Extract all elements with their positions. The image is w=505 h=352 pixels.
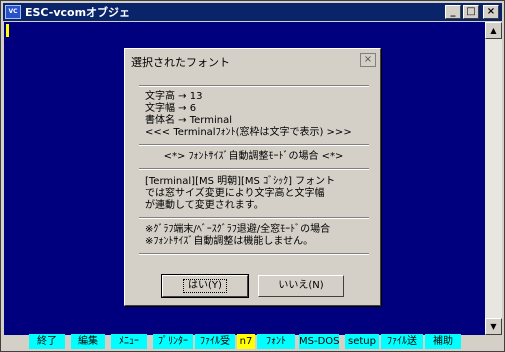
scroll-up-button[interactable]: ▲ [485,22,502,39]
fkey-button[interactable]: ﾌｧｲﾙ送 [381,334,423,349]
fkey-button[interactable]: ﾌﾟﾘﾝﾀｰ [153,334,193,349]
no-button-label: いいえ(N) [278,280,324,291]
fkey-button[interactable]: ﾌｧｲﾙ受 [195,334,235,349]
minimize-button[interactable]: _ [445,5,461,19]
divider [139,144,369,146]
font-note-text: <<< Terminalﾌｫﾝﾄ(窓枠は文字で表示) >>> [145,127,352,138]
yes-button[interactable]: はい(Y) [161,274,249,298]
font-width-text: 文字幅 → 6 [145,103,197,114]
app-window: VC ESC-vcomオブジェ _ □ × ▲ ▼ 終了 編集 ﾒﾆｭｰ ﾌﾟﾘ… [0,0,505,352]
warning-line: ※ﾌｫﾝﾄｻｲｽﾞ自動調整は機能しません。 [145,236,314,247]
fkey-button[interactable]: ﾌｫﾝﾄ [257,334,295,349]
font-name-text: 書体名 → Terminal [145,115,232,126]
fkey-button[interactable]: setup [345,334,379,349]
font-height-text: 文字高 → 13 [145,91,203,102]
no-button[interactable]: いいえ(N) [258,275,344,297]
font-dialog: 選択されたフォント × 文字高 → 13 文字幅 → 6 書体名 → Termi… [124,48,381,306]
divider [139,217,369,219]
dialog-close-button[interactable]: × [360,53,376,67]
fkey-button[interactable]: 編集 [71,334,105,349]
description-line: では窓サイズ変更により文字高と文字幅 [145,188,325,199]
fkey-button[interactable]: 終了 [29,334,65,349]
title-bar[interactable]: VC ESC-vcomオブジェ _ □ × [3,3,502,21]
dialog-title-bar[interactable]: 選択されたフォント × [129,52,376,70]
yes-button-label: はい(Y) [183,279,227,293]
description-line: が連動して変更されます。 [145,200,264,211]
divider [139,253,369,255]
app-icon[interactable]: VC [5,5,21,19]
description-line: [Terminal][MS 明朝][MS ｺﾞｼｯｸ] フォント [145,176,336,187]
fkey-button[interactable]: 補助 [425,334,461,349]
maximize-button[interactable]: □ [463,5,479,19]
divider [139,168,369,170]
function-key-bar: 終了 編集 ﾒﾆｭｰ ﾌﾟﾘﾝﾀｰ ﾌｧｲﾙ受 n7 ﾌｫﾝﾄ MS-DOS s… [1,334,482,349]
warning-line: ※ｸﾞﾗﾌ端末/ﾍﾞｰｽｸﾞﾗﾌ退避/全窓ﾓｰﾄﾞの場合 [145,224,331,235]
window-title: ESC-vcomオブジェ [25,6,131,19]
dialog-title: 選択されたフォント [131,56,230,69]
text-cursor [6,24,9,37]
scroll-down-button[interactable]: ▼ [485,318,502,335]
close-button[interactable]: × [483,5,499,19]
vertical-scrollbar[interactable]: ▲ ▼ [485,22,502,335]
fkey-button[interactable]: MS-DOS [299,334,339,349]
fkey-button[interactable]: n7 [237,334,255,349]
divider [139,85,369,87]
fkey-button[interactable]: ﾒﾆｭｰ [111,334,147,349]
auto-adjust-heading: <*> ﾌｫﾝﾄｻｲｽﾞ自動調整ﾓｰﾄﾞの場合 <*> [163,151,344,162]
